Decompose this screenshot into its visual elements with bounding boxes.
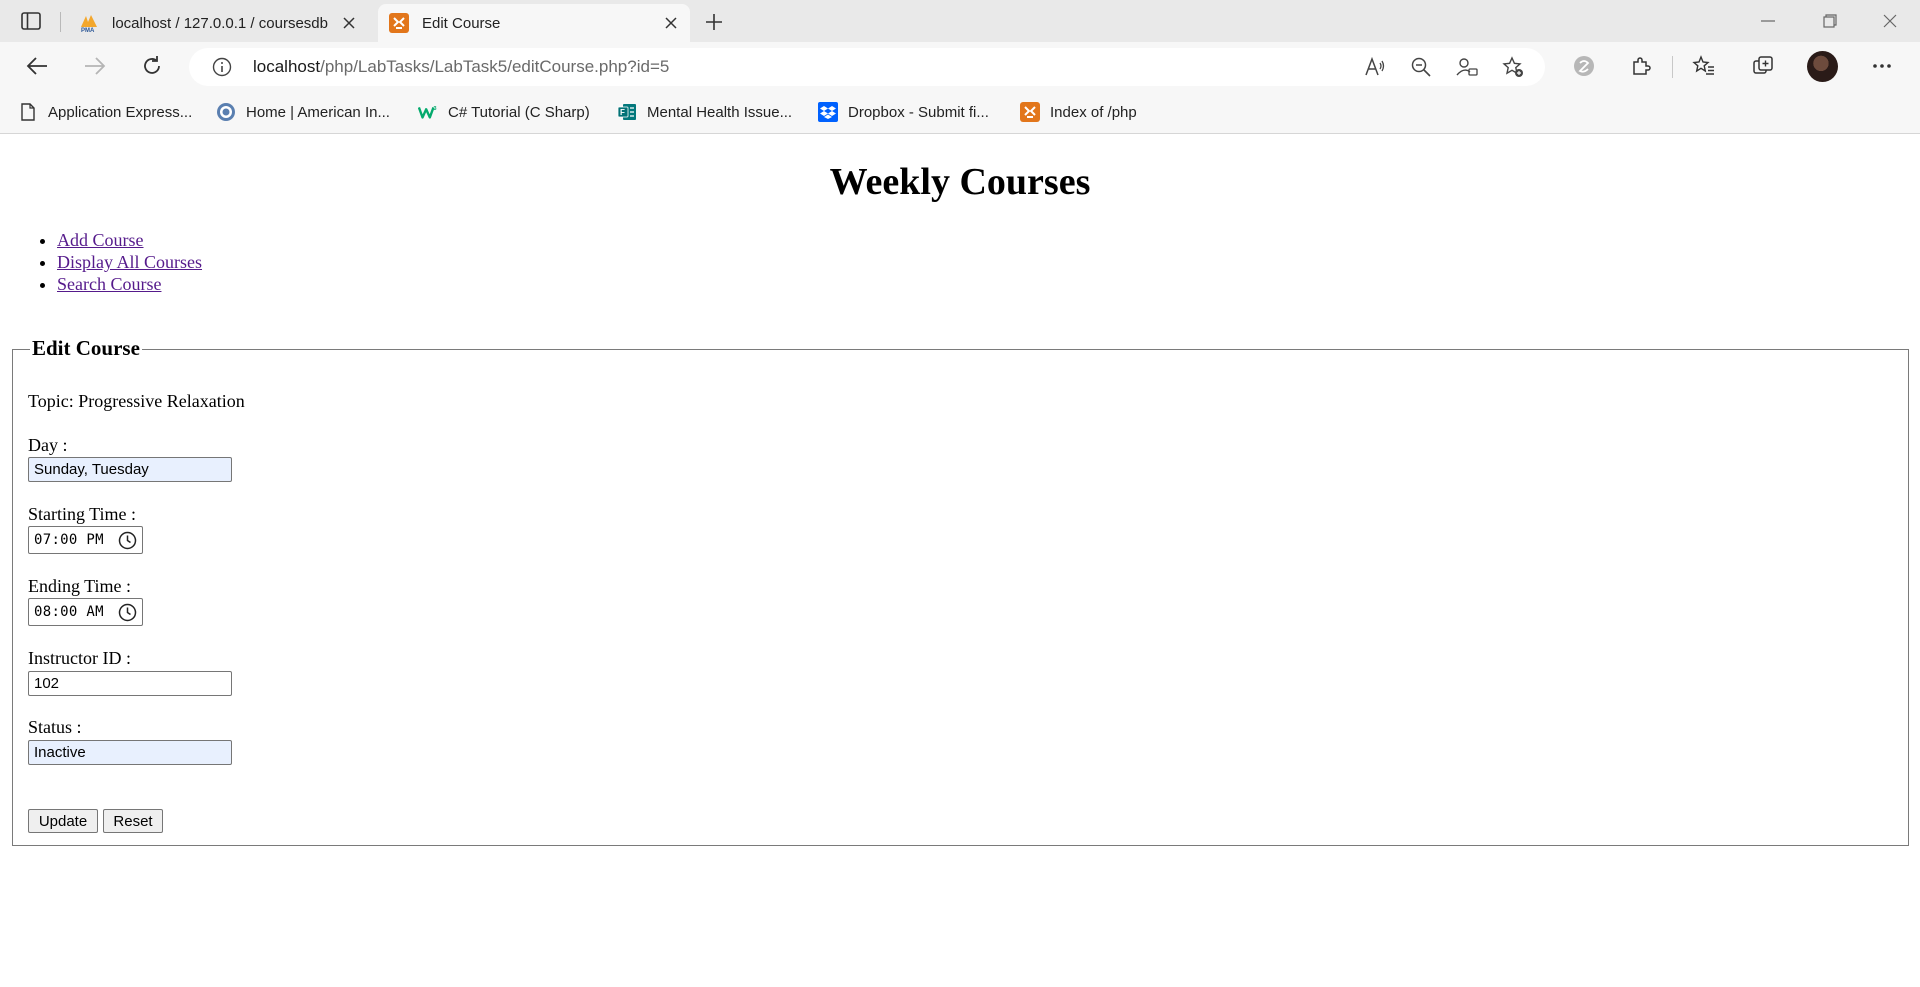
phpmyadmin-icon: PMA — [78, 12, 100, 34]
bookmark-label: Home | American In... — [246, 103, 390, 121]
search-course-link[interactable]: Search Course — [57, 274, 161, 294]
status-label: Status : — [28, 717, 82, 737]
url-text: localhost/php/LabTasks/LabTask5/editCour… — [253, 57, 669, 77]
bookmark-index-php[interactable]: Index of /php — [1020, 100, 1137, 124]
add-favorite-icon[interactable] — [1499, 54, 1527, 80]
clock-icon[interactable] — [118, 531, 137, 550]
zoom-out-icon[interactable] — [1407, 54, 1435, 80]
display-all-courses-link[interactable]: Display All Courses — [57, 252, 202, 272]
address-bar[interactable]: localhost/php/LabTasks/LabTask5/editCour… — [189, 48, 1545, 86]
favorites-icon[interactable] — [1689, 52, 1719, 80]
new-tab-icon[interactable] — [700, 9, 728, 35]
starting-time-value: 07:00 PM — [34, 532, 104, 548]
back-icon[interactable] — [22, 52, 52, 80]
collections-icon[interactable] — [1748, 52, 1778, 80]
tab-phpmyadmin[interactable]: PMA localhost / 127.0.0.1 / coursesdb — [68, 4, 368, 42]
close-window-icon[interactable] — [1870, 8, 1910, 34]
svg-text:PMA: PMA — [81, 28, 95, 33]
day-label: Day : — [28, 435, 68, 455]
settings-more-icon[interactable] — [1867, 52, 1897, 80]
globe-icon — [216, 102, 236, 122]
add-course-link[interactable]: Add Course — [57, 230, 144, 250]
update-button[interactable]: Update — [28, 809, 98, 833]
extensions-icon[interactable] — [1626, 52, 1656, 80]
browser-essentials-icon[interactable] — [1569, 52, 1599, 80]
close-tab-icon[interactable] — [660, 12, 682, 34]
read-aloud-icon[interactable] — [1361, 54, 1389, 80]
profile-avatar[interactable] — [1807, 51, 1838, 82]
tab-title: localhost / 127.0.0.1 / coursesdb — [112, 14, 328, 32]
status-input[interactable] — [28, 740, 232, 765]
refresh-icon[interactable] — [137, 52, 167, 80]
instructor-id-input[interactable] — [28, 671, 232, 696]
clock-icon[interactable] — [118, 603, 137, 622]
instructor-id-label: Instructor ID : — [28, 648, 131, 668]
tab-actions-icon[interactable] — [18, 9, 44, 33]
bookmarks-bar: Application Express... Home | American I… — [0, 90, 1920, 134]
bookmark-label: Index of /php — [1050, 103, 1137, 121]
toolbar-separator — [1672, 56, 1673, 78]
edit-course-fieldset — [12, 349, 1909, 846]
minimize-icon[interactable] — [1748, 8, 1788, 34]
svg-text:F: F — [620, 108, 625, 117]
url-host: localhost — [253, 57, 321, 76]
forward-icon[interactable] — [80, 52, 110, 80]
starting-time-label: Starting Time : — [28, 504, 137, 524]
svg-text:3: 3 — [433, 106, 436, 112]
xampp-icon — [1020, 102, 1040, 122]
address-toolbar: localhost/php/LabTasks/LabTask5/editCour… — [0, 42, 1920, 90]
nav-item: Add Course — [57, 229, 202, 251]
nav-item: Search Course — [57, 273, 202, 295]
restore-icon[interactable] — [1810, 8, 1850, 34]
bookmark-label: Mental Health Issue... — [647, 103, 793, 121]
nav-item: Display All Courses — [57, 251, 202, 273]
course-nav: Add Course Display All Courses Search Co… — [28, 229, 202, 295]
bookmark-label: Dropbox - Submit fi... — [848, 103, 989, 121]
url-path: /php/LabTasks/LabTask5/editCourse.php?id… — [320, 57, 670, 76]
bookmark-american-home[interactable]: Home | American In... — [216, 100, 390, 124]
document-icon — [18, 102, 38, 122]
ending-time-value: 08:00 AM — [34, 604, 104, 620]
topic-text: Topic: Progressive Relaxation — [28, 391, 245, 411]
profile-sync-icon[interactable] — [1453, 54, 1481, 80]
page-content: Weekly Courses Add Course Display All Co… — [0, 134, 1920, 987]
page-title: Weekly Courses — [829, 161, 1091, 203]
ending-time-input[interactable]: 08:00 AM — [28, 598, 143, 626]
bookmark-application-express[interactable]: Application Express... — [18, 100, 192, 124]
bookmark-mental-health[interactable]: F Mental Health Issue... — [617, 100, 792, 124]
starting-time-input[interactable]: 07:00 PM — [28, 526, 143, 554]
bookmark-csharp-tutorial[interactable]: 3 C# Tutorial (C Sharp) — [418, 100, 590, 124]
bookmark-label: C# Tutorial (C Sharp) — [448, 103, 590, 121]
dropbox-icon — [818, 102, 838, 122]
reset-button[interactable]: Reset — [103, 809, 163, 833]
close-tab-icon[interactable] — [338, 12, 360, 34]
tab-separator — [60, 12, 61, 32]
forms-icon: F — [617, 102, 637, 122]
site-info-icon[interactable] — [209, 54, 235, 80]
w3schools-icon: 3 — [418, 102, 438, 122]
ending-time-label: Ending Time : — [28, 576, 132, 596]
bookmark-label: Application Express... — [48, 103, 193, 121]
tab-edit-course[interactable]: Edit Course — [378, 4, 690, 42]
tab-title: Edit Course — [422, 14, 501, 32]
bookmark-dropbox[interactable]: Dropbox - Submit fi... — [818, 100, 989, 124]
day-input[interactable] — [28, 457, 232, 482]
xampp-icon — [388, 12, 410, 34]
edit-course-legend: Edit Course — [30, 336, 142, 361]
tab-bar: PMA localhost / 127.0.0.1 / coursesdb Ed… — [0, 0, 1920, 42]
